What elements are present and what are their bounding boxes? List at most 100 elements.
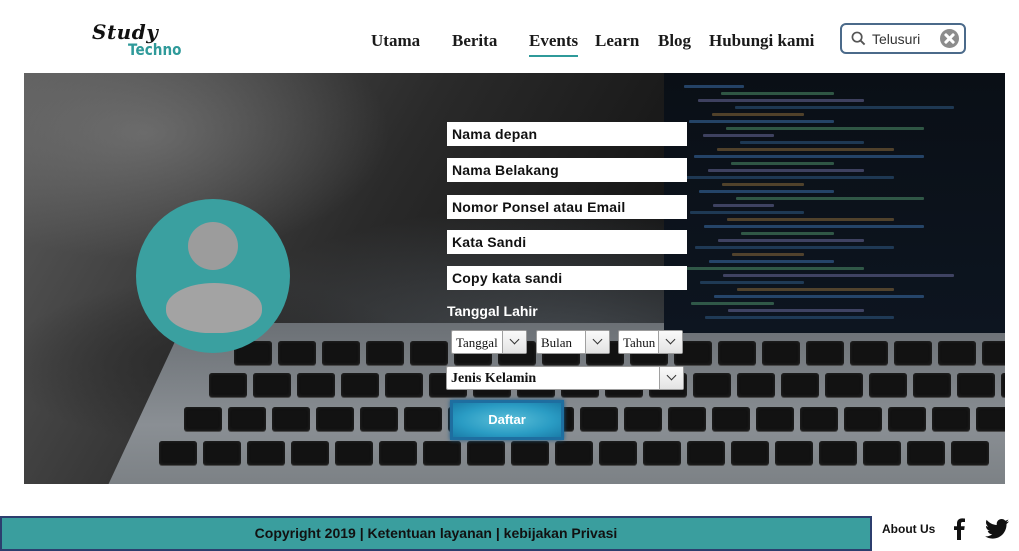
keyboard-key [643, 441, 681, 465]
keyboard-key [467, 441, 505, 465]
dob-day-select[interactable]: Tanggal [451, 330, 527, 354]
code-line-decoration [698, 99, 864, 102]
about-us-link[interactable]: About Us [882, 522, 935, 536]
code-line-decoration [703, 134, 774, 137]
keyboard-key [737, 373, 775, 397]
code-line-decoration [713, 204, 774, 207]
keyboard-key [335, 441, 373, 465]
chevron-down-icon [659, 367, 683, 389]
register-button[interactable]: Daftar [450, 400, 564, 440]
nav-item-utama[interactable]: Utama [371, 31, 420, 51]
chevron-down-icon [658, 331, 682, 353]
footer-bar: Copyright 2019 | Ketentuan layanan | keb… [0, 516, 872, 551]
search-icon [851, 31, 866, 46]
code-line-decoration [709, 260, 834, 263]
footer-copyright[interactable]: Copyright 2019 | Ketentuan layanan | keb… [255, 525, 618, 541]
keyboard-key [932, 407, 970, 431]
nav-item-learn[interactable]: Learn [595, 31, 639, 51]
keyboard-key [624, 407, 662, 431]
password-field[interactable]: Kata Sandi [447, 230, 687, 254]
code-line-decoration [708, 169, 864, 172]
keyboard-key [1001, 373, 1005, 397]
facebook-icon[interactable] [950, 518, 968, 540]
code-line-decoration [721, 92, 834, 95]
code-line-decoration [714, 295, 924, 298]
nav-item-berita[interactable]: Berita [452, 31, 497, 51]
keyboard-key [555, 441, 593, 465]
dob-label: Tanggal Lahir [447, 303, 538, 319]
phone-email-field[interactable]: Nomor Ponsel atau Email [447, 195, 687, 219]
chevron-down-icon [502, 331, 526, 353]
keyboard-key [278, 341, 316, 365]
keyboard-key [668, 407, 706, 431]
code-line-decoration [722, 183, 804, 186]
nav-item-hubungi-kami[interactable]: Hubungi kami [709, 31, 814, 51]
keyboard-key [756, 407, 794, 431]
keyboard-key [762, 341, 800, 365]
code-line-decoration [694, 155, 924, 158]
gender-value: Jenis Kelamin [451, 371, 537, 386]
keyboard-key [693, 373, 731, 397]
gender-select[interactable]: Jenis Kelamin [446, 366, 684, 390]
keyboard-key [184, 407, 222, 431]
code-line-decoration [737, 288, 894, 291]
search-box[interactable]: Telusuri [840, 23, 966, 54]
last-name-field[interactable]: Nama Belakang [447, 158, 687, 182]
keyboard-key [825, 373, 863, 397]
code-line-decoration [712, 113, 804, 116]
first-name-field[interactable]: Nama depan [447, 122, 687, 146]
code-line-decoration [736, 197, 924, 200]
keyboard-key [907, 441, 945, 465]
keyboard-key [580, 407, 618, 431]
keyboard-key [712, 407, 750, 431]
code-line-decoration [705, 316, 894, 319]
keyboard-key [844, 407, 882, 431]
dob-month-value: Bulan [541, 335, 573, 350]
keyboard-key [203, 441, 241, 465]
code-line-decoration [723, 274, 954, 277]
hero-banner: Nama depan Nama Belakang Nomor Ponsel at… [24, 73, 1005, 484]
keyboard-key [599, 441, 637, 465]
code-line-decoration [704, 225, 924, 228]
keyboard-row [159, 441, 1004, 467]
code-line-decoration [717, 148, 894, 151]
keyboard-key [209, 373, 247, 397]
chevron-down-icon [585, 331, 609, 353]
keyboard-key [410, 341, 448, 365]
keyboard-key [976, 407, 1005, 431]
code-line-decoration [732, 253, 804, 256]
code-line-decoration [726, 127, 924, 130]
twitter-icon[interactable] [985, 519, 1009, 539]
dob-day-value: Tanggal [456, 335, 498, 350]
code-line-decoration [691, 302, 774, 305]
nav-item-blog[interactable]: Blog [658, 31, 691, 51]
keyboard-key [731, 441, 769, 465]
code-line-decoration [700, 281, 804, 284]
keyboard-key [850, 341, 888, 365]
clear-icon[interactable] [940, 29, 959, 48]
keyboard-key [228, 407, 266, 431]
code-line-decoration [690, 211, 804, 214]
keyboard-key [247, 441, 285, 465]
code-line-decoration [685, 176, 894, 179]
code-line-decoration [728, 309, 864, 312]
keyboard-key [423, 441, 461, 465]
confirm-password-field[interactable]: Copy kata sandi [447, 266, 687, 290]
keyboard-key [404, 407, 442, 431]
code-line-decoration [727, 218, 894, 221]
search-input[interactable]: Telusuri [872, 31, 920, 47]
keyboard-key [894, 341, 932, 365]
keyboard-key [385, 373, 423, 397]
keyboard-key [291, 441, 329, 465]
keyboard-key [687, 441, 725, 465]
keyboard-key [869, 373, 907, 397]
nav-item-events[interactable]: Events [529, 31, 579, 57]
dob-year-value: Tahun [623, 335, 656, 350]
dob-year-select[interactable]: Tahun [618, 330, 683, 354]
keyboard-key [800, 407, 838, 431]
code-line-decoration [741, 232, 834, 235]
keyboard-key [957, 373, 995, 397]
brand-logo[interactable]: Study Techno [90, 20, 190, 65]
keyboard-key [888, 407, 926, 431]
dob-month-select[interactable]: Bulan [536, 330, 610, 354]
